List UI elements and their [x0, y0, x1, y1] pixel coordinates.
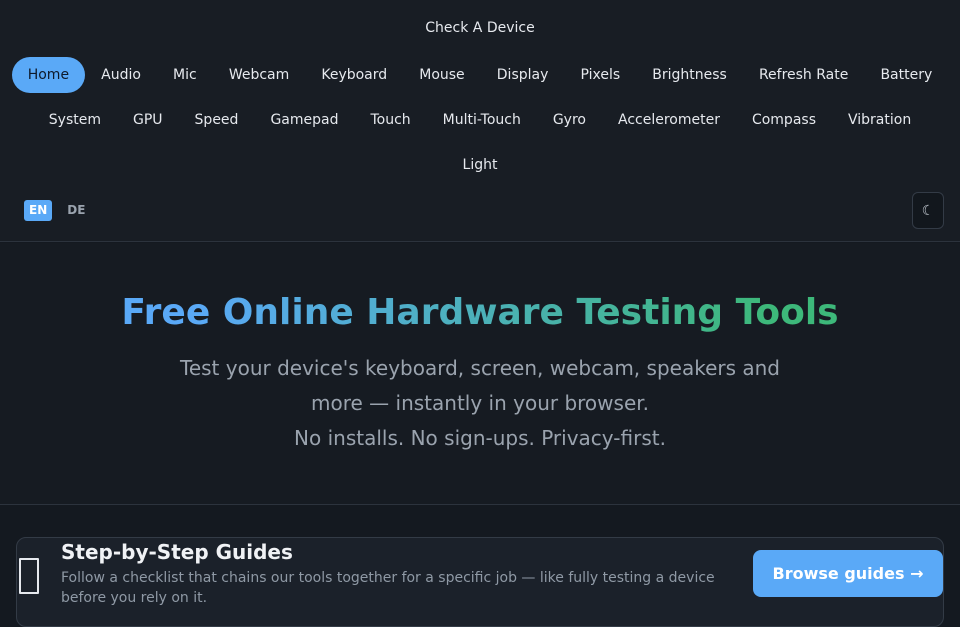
nav-mouse[interactable]: Mouse — [403, 57, 481, 93]
guides-card-title: Step-by-Step Guides — [61, 540, 293, 564]
site-header: Check A Device Home Audio Mic Webcam Key… — [0, 0, 960, 242]
nav-touch[interactable]: Touch — [354, 102, 426, 138]
nav-vibration[interactable]: Vibration — [832, 102, 927, 138]
site-brand[interactable]: Check A Device — [0, 20, 960, 36]
nav-home[interactable]: Home — [11, 57, 86, 93]
nav-audio[interactable]: Audio — [85, 57, 157, 93]
hero-subtitle-line-1: Test your device's keyboard, screen, web… — [180, 356, 780, 415]
nav-accelerometer[interactable]: Accelerometer — [602, 102, 736, 138]
guides-card-description: Follow a checklist that chains our tools… — [61, 570, 715, 606]
hero-section: Free Online Hardware Testing Tools Test … — [0, 243, 960, 505]
nav-gyro[interactable]: Gyro — [537, 102, 602, 138]
nav-row-2: System GPU Speed Gamepad Touch Multi-Tou… — [0, 102, 960, 138]
nav-light[interactable]: Light — [447, 147, 514, 183]
nav-multi-touch[interactable]: Multi-Touch — [427, 102, 537, 138]
moon-icon: ☾ — [921, 202, 935, 219]
nav-row-1: Home Audio Mic Webcam Keyboard Mouse Dis… — [0, 57, 960, 93]
nav-battery[interactable]: Battery — [864, 57, 948, 93]
nav-keyboard[interactable]: Keyboard — [305, 57, 403, 93]
nav-system[interactable]: System — [33, 102, 117, 138]
nav-mic[interactable]: Mic — [157, 57, 213, 93]
theme-toggle-button[interactable]: ☾ — [912, 192, 944, 229]
nav-gpu[interactable]: GPU — [117, 102, 179, 138]
hero-title: Free Online Hardware Testing Tools — [0, 293, 960, 333]
guides-card: Step-by-Step Guides Follow a checklist t… — [16, 537, 944, 627]
lang-en-button[interactable]: EN — [24, 200, 53, 221]
language-switcher: EN DE — [24, 200, 90, 221]
nav-pixels[interactable]: Pixels — [564, 57, 636, 93]
nav-row-3: Light — [0, 147, 960, 183]
nav-brightness[interactable]: Brightness — [636, 57, 743, 93]
browse-guides-button[interactable]: Browse guides → — [753, 550, 943, 597]
nav-refresh-rate[interactable]: Refresh Rate — [743, 57, 865, 93]
nav-display[interactable]: Display — [481, 57, 565, 93]
phone-icon — [19, 558, 39, 594]
lang-de-button[interactable]: DE — [62, 200, 90, 221]
hero-subtitle: Test your device's keyboard, screen, web… — [170, 351, 790, 456]
nav-webcam[interactable]: Webcam — [213, 57, 306, 93]
nav-gamepad[interactable]: Gamepad — [254, 102, 354, 138]
nav-speed[interactable]: Speed — [179, 102, 255, 138]
hero-subtitle-line-2: No installs. No sign-ups. Privacy-first. — [294, 426, 666, 450]
nav-compass[interactable]: Compass — [736, 102, 832, 138]
